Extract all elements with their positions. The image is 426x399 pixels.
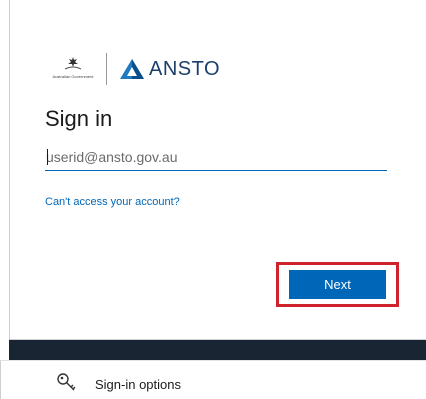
logo-divider <box>106 53 107 85</box>
text-cursor <box>47 149 48 165</box>
dark-band <box>9 340 426 360</box>
ansto-wordmark: ANSTO <box>149 57 221 80</box>
government-text: Australian Government <box>52 74 94 79</box>
key-icon <box>57 373 76 391</box>
australian-government-logo: Australian Government <box>50 54 96 84</box>
ansto-triangle-icon <box>120 59 144 79</box>
page-title: Sign in <box>45 106 113 131</box>
logo-row: Australian Government ANSTO <box>50 52 220 86</box>
email-field[interactable] <box>45 143 387 171</box>
next-button[interactable]: Next <box>289 270 386 299</box>
cant-access-account-link[interactable]: Can't access your account? <box>45 196 180 208</box>
coat-of-arms-icon <box>64 57 82 70</box>
sign-in-options-label[interactable]: Sign-in options <box>95 377 181 392</box>
